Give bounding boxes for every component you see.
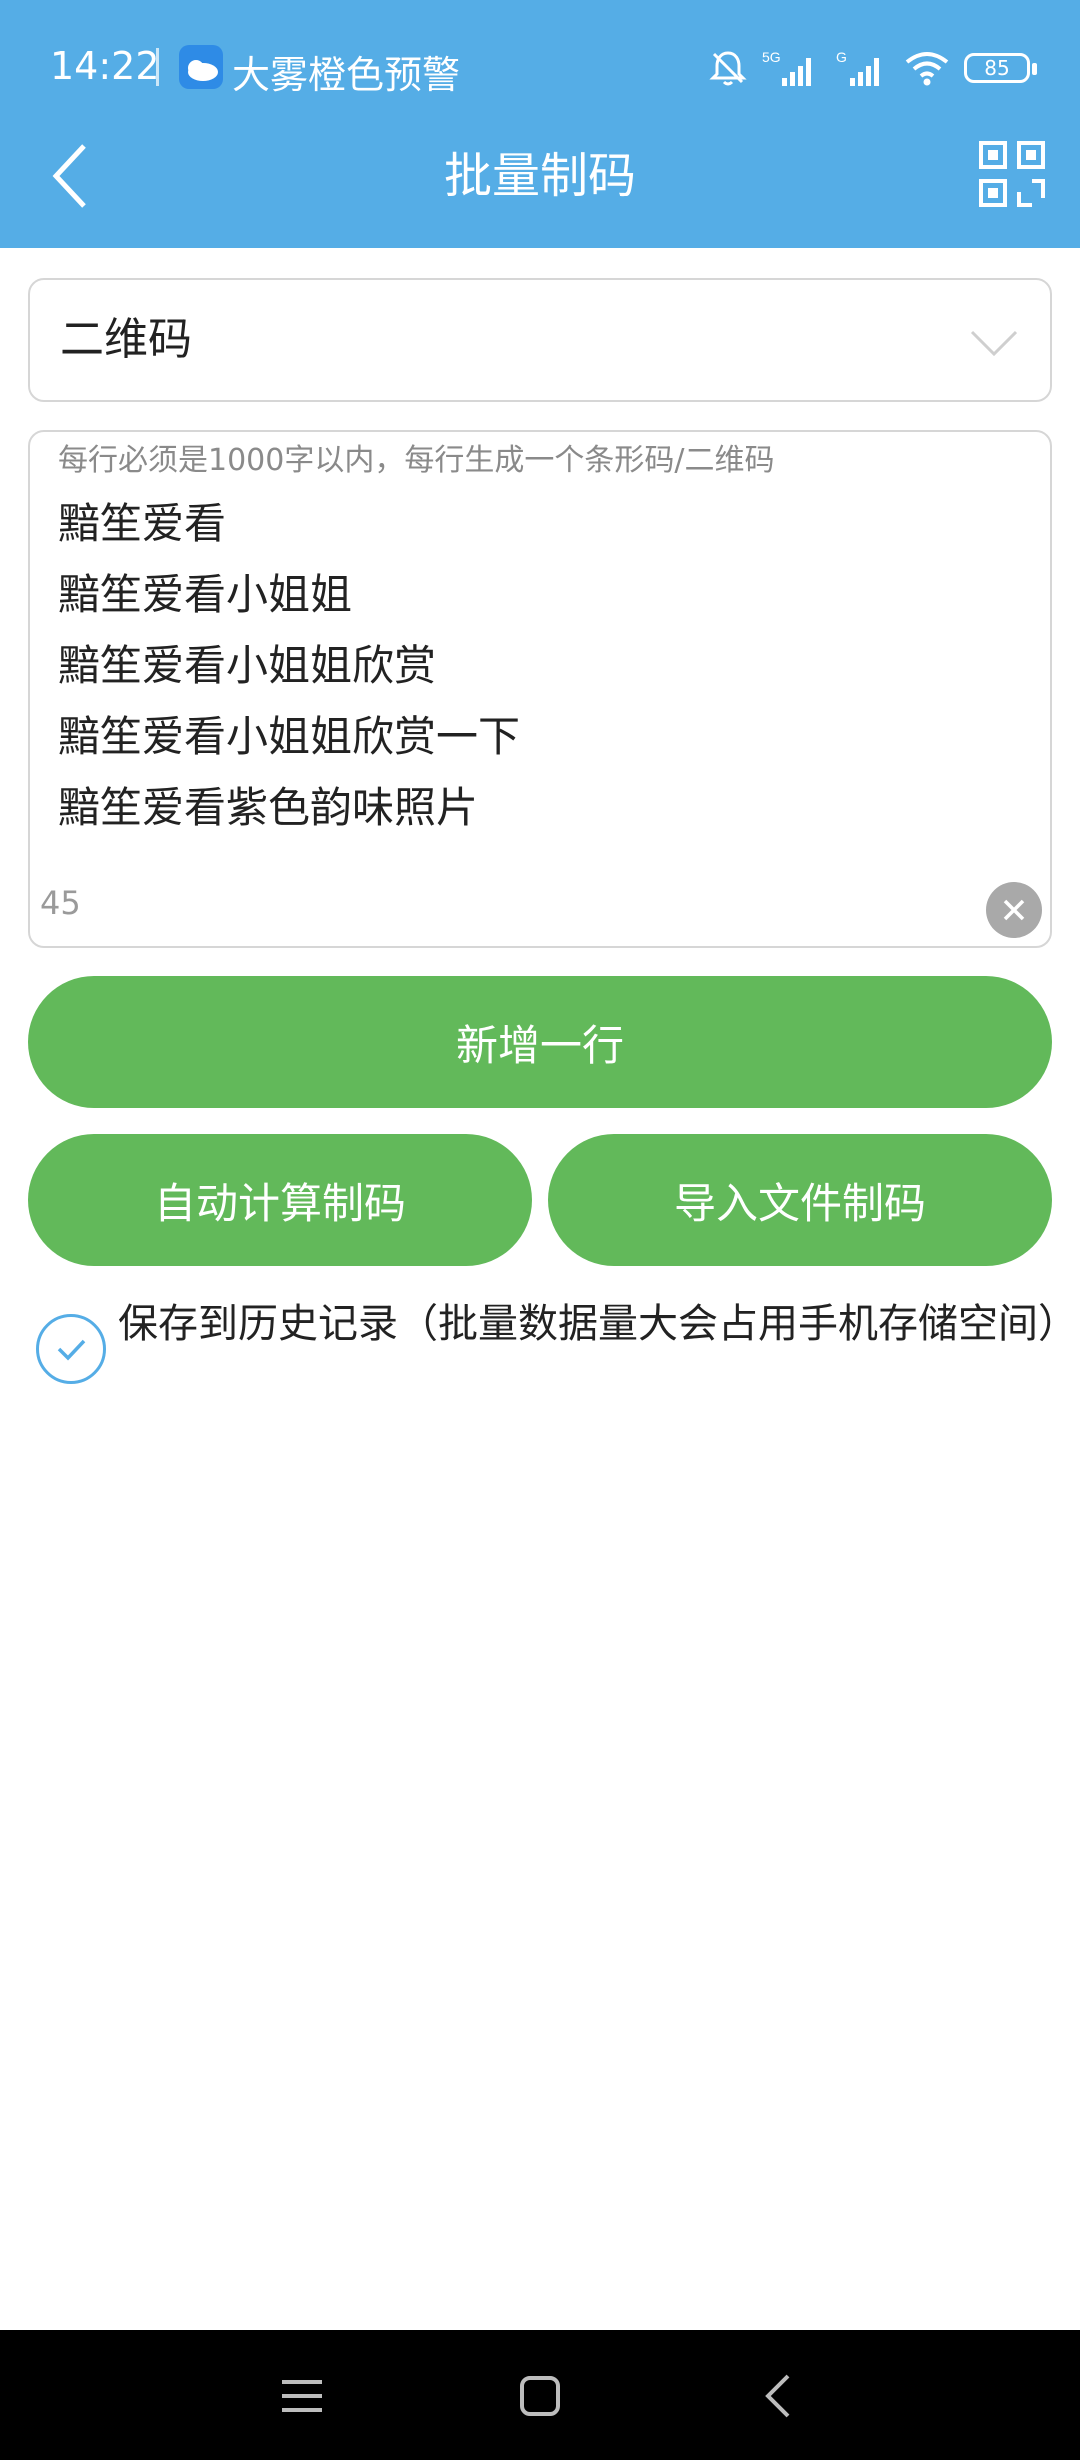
code-type-value: 二维码 <box>60 314 192 365</box>
chevron-down-icon <box>970 330 1018 357</box>
clear-button[interactable] <box>986 882 1042 938</box>
network-g-label: G <box>836 49 847 65</box>
textarea-lines: 黯笙爱看 黯笙爱看小姐姐 黯笙爱看小姐姐欣赏 黯笙爱看小姐姐欣赏一下 黯笙爱看紫… <box>58 488 520 843</box>
signal-g-icon: G <box>836 49 879 86</box>
wifi-icon <box>905 52 949 86</box>
menu-icon[interactable] <box>274 2368 330 2424</box>
textarea-line: 黯笙爱看 <box>58 499 227 548</box>
import-file-button[interactable]: 导入文件制码 <box>548 1134 1052 1266</box>
status-time: 14:22 <box>50 44 160 88</box>
textarea-line: 黯笙爱看小姐姐 <box>58 570 353 619</box>
auto-calc-label: 自动计算制码 <box>153 1178 406 1228</box>
batch-input-textarea[interactable]: 每行必须是1000字以内，每行生成一个条形码/二维码 黯笙爱看 黯笙爱看小姐姐 … <box>28 430 1052 948</box>
system-nav-bar <box>0 2330 1080 2460</box>
signal-5g-icon: 5G <box>762 49 811 86</box>
status-icons: 5G G 85 <box>708 44 1037 92</box>
weather-alert-text: 大雾橙色预警 <box>232 53 461 97</box>
status-separator <box>156 48 159 86</box>
save-history-row[interactable]: 保存到历史记录（批量数据量大会占用手机存储空间） <box>36 1296 1078 1416</box>
qr-scan-button[interactable] <box>978 140 1046 208</box>
home-icon[interactable] <box>512 2368 568 2424</box>
app-header: 14:22 大雾橙色预警 5G G 85 批量制码 <box>0 0 1080 248</box>
save-history-label: 保存到历史记录（批量数据量大会占用手机存储空间） <box>118 1301 1078 1347</box>
close-icon <box>1003 899 1025 921</box>
auto-calc-button[interactable]: 自动计算制码 <box>28 1134 532 1266</box>
add-line-label: 新增一行 <box>455 1020 624 1070</box>
code-type-select[interactable]: 二维码 <box>28 278 1052 402</box>
status-bar: 14:22 大雾橙色预警 5G G 85 <box>0 0 1080 136</box>
battery-indicator: 85 <box>964 53 1037 83</box>
checkmark-icon <box>57 1339 86 1361</box>
page-title: 批量制码 <box>443 148 636 204</box>
textarea-line: 黯笙爱看小姐姐欣赏 <box>58 641 437 690</box>
save-history-checkbox[interactable] <box>36 1314 106 1384</box>
battery-level: 85 <box>984 56 1010 80</box>
weather-icon <box>179 45 223 89</box>
textarea-line: 黯笙爱看小姐姐欣赏一下 <box>58 712 521 761</box>
system-back-icon[interactable] <box>752 2368 808 2424</box>
add-line-button[interactable]: 新增一行 <box>28 976 1052 1108</box>
network-5g-label: 5G <box>762 49 781 65</box>
char-count: 45 <box>40 884 81 922</box>
textarea-line: 黯笙爱看紫色韵味照片 <box>58 783 479 832</box>
textarea-hint: 每行必须是1000字以内，每行生成一个条形码/二维码 <box>58 443 775 478</box>
mute-bell-icon <box>709 51 747 86</box>
import-file-label: 导入文件制码 <box>673 1178 926 1228</box>
